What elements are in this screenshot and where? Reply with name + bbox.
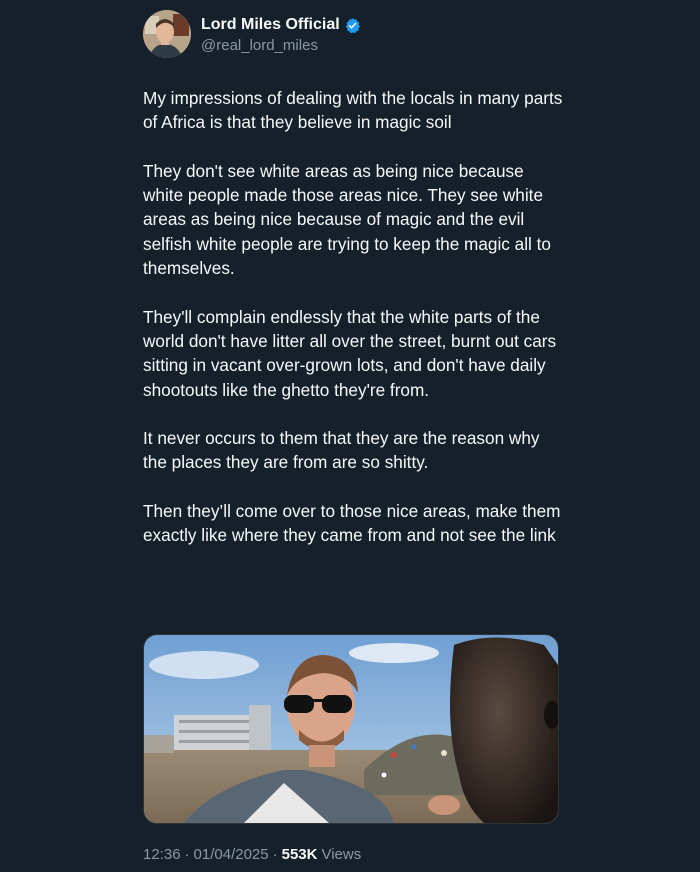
tweet-meta: 12:36 · 01/04/2025 · 553K Views bbox=[143, 846, 361, 863]
tweet-text: My impressions of dealing with the local… bbox=[143, 86, 563, 572]
views-label: Views bbox=[321, 846, 362, 863]
tweet-paragraph-2: They don't see white areas as being nice… bbox=[143, 160, 551, 279]
tweet-time[interactable]: 12:36 bbox=[143, 846, 181, 863]
tweet-paragraph-1: My impressions of dealing with the local… bbox=[143, 88, 563, 133]
author-names: Lord Miles Official @real_lord_miles bbox=[201, 16, 361, 54]
tweet-date[interactable]: 01/04/2025 bbox=[194, 846, 269, 863]
tweet-paragraph-3: They'll complain endlessly that the whit… bbox=[143, 306, 557, 400]
display-name[interactable]: Lord Miles Official bbox=[201, 16, 340, 34]
display-name-row: Lord Miles Official bbox=[201, 16, 361, 34]
avatar[interactable] bbox=[143, 10, 191, 58]
verified-badge-icon[interactable] bbox=[344, 17, 361, 34]
author-handle[interactable]: @real_lord_miles bbox=[201, 37, 361, 54]
tweet-photo[interactable] bbox=[143, 634, 559, 824]
tweet-paragraph-4: It never occurs to them that they are th… bbox=[143, 428, 540, 473]
meta-separator: · bbox=[272, 846, 278, 863]
tweet-paragraph-5: Then they’ll come over to those nice are… bbox=[143, 501, 561, 546]
tweet-header: Lord Miles Official @real_lord_miles bbox=[143, 10, 361, 58]
views-count: 553K bbox=[281, 846, 318, 863]
meta-separator: · bbox=[184, 846, 190, 863]
